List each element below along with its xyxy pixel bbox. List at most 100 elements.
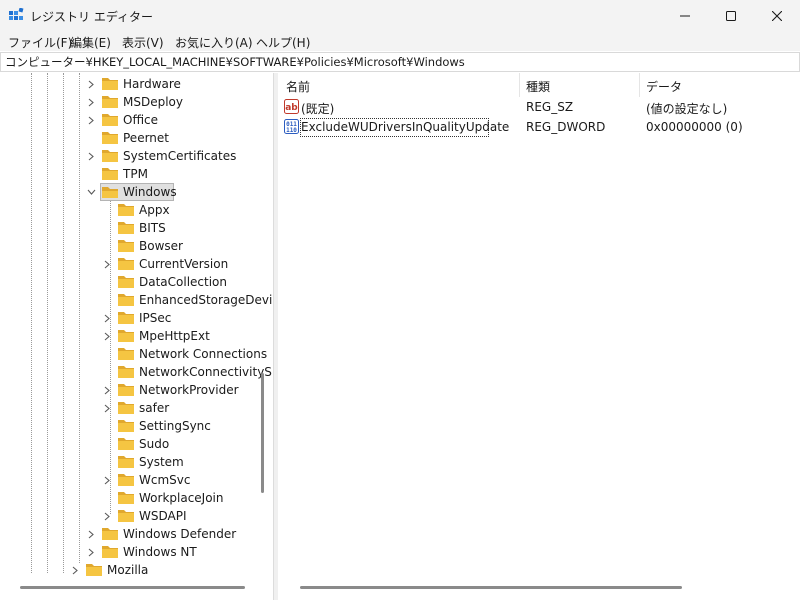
chevron-right-icon[interactable] xyxy=(86,75,96,93)
tree-item[interactable]: SettingSync xyxy=(0,417,260,435)
minimize-button[interactable] xyxy=(662,0,708,31)
tree-item-label: TPM xyxy=(123,167,148,181)
tree-item-label: DataCollection xyxy=(139,275,228,289)
menu-favorites[interactable]: お気に入り(A) xyxy=(175,34,253,51)
tree-item[interactable]: IPSec xyxy=(0,309,260,327)
minimize-icon xyxy=(680,15,690,16)
maximize-icon xyxy=(726,10,736,21)
chevron-right-icon[interactable] xyxy=(86,111,96,129)
value-data: (値の設定なし) xyxy=(646,102,728,116)
tree-item[interactable]: Windows NT xyxy=(0,543,260,561)
chevron-right-icon[interactable] xyxy=(70,561,80,579)
tree-item[interactable]: safer xyxy=(0,399,260,417)
folder-icon xyxy=(118,492,134,504)
tree-item-label: Windows xyxy=(123,185,177,199)
close-button[interactable] xyxy=(754,0,800,31)
menu-view[interactable]: 表示(V) xyxy=(122,34,164,51)
column-divider[interactable] xyxy=(519,73,520,97)
folder-icon xyxy=(118,240,134,252)
binary-value-icon: 011 110 xyxy=(284,119,299,134)
tree-item[interactable]: Hardware xyxy=(0,75,260,93)
folder-icon xyxy=(118,474,134,486)
title-bar: レジストリ エディター xyxy=(0,0,800,31)
chevron-right-icon[interactable] xyxy=(102,327,112,345)
chevron-right-icon[interactable] xyxy=(102,381,112,399)
value-type: REG_DWORD xyxy=(526,120,606,134)
address-input[interactable] xyxy=(5,54,785,70)
tree-item[interactable]: TPM xyxy=(0,165,260,183)
maximize-button[interactable] xyxy=(708,0,754,31)
value-row[interactable]: 011 110 ExcludeWUDriversInQualityUpdate … xyxy=(278,117,800,137)
tree-item[interactable]: Windows Defender xyxy=(0,525,260,543)
column-header-type[interactable]: 種類 xyxy=(526,78,550,95)
chevron-down-icon[interactable] xyxy=(86,183,96,201)
folder-icon xyxy=(102,150,118,162)
menu-edit[interactable]: 編集(E) xyxy=(70,34,111,51)
column-header-name[interactable]: 名前 xyxy=(286,78,310,95)
tree-item[interactable]: Mozilla xyxy=(0,561,260,579)
tree-item[interactable]: Office xyxy=(0,111,260,129)
folder-icon xyxy=(102,528,118,540)
tree-item[interactable]: WcmSvc xyxy=(0,471,260,489)
tree-item[interactable]: CurrentVersion xyxy=(0,255,260,273)
tree-item[interactable]: SystemCertificates xyxy=(0,147,260,165)
menu-file[interactable]: ファイル(F) xyxy=(8,34,72,51)
tree-item[interactable]: DataCollection xyxy=(0,273,260,291)
chevron-right-icon[interactable] xyxy=(86,147,96,165)
list-horizontal-scrollbar[interactable] xyxy=(300,586,682,589)
chevron-right-icon[interactable] xyxy=(86,93,96,111)
tree-item[interactable]: MpeHttpExt xyxy=(0,327,260,345)
folder-open-icon xyxy=(102,187,118,198)
column-header-data[interactable]: データ xyxy=(646,78,682,95)
chevron-right-icon[interactable] xyxy=(102,309,112,327)
folder-icon xyxy=(102,96,118,108)
folder-icon xyxy=(118,402,134,414)
tree-vertical-scrollbar[interactable] xyxy=(261,373,264,493)
tree-item[interactable]: EnhancedStorageDevi xyxy=(0,291,272,309)
tree-item-label: Bowser xyxy=(139,239,183,253)
tree-item-label: Windows NT xyxy=(123,545,197,559)
tree-item-label: EnhancedStorageDevi xyxy=(139,293,272,307)
folder-icon xyxy=(102,132,118,144)
chevron-right-icon[interactable] xyxy=(86,543,96,561)
tree-item[interactable]: Bowser xyxy=(0,237,260,255)
tree-item-label: NetworkProvider xyxy=(139,383,239,397)
tree-horizontal-scrollbar[interactable] xyxy=(20,586,245,589)
folder-icon xyxy=(118,276,134,288)
chevron-right-icon[interactable] xyxy=(102,255,112,273)
tree-item[interactable]: System xyxy=(0,453,260,471)
tree-item[interactable]: Appx xyxy=(0,201,260,219)
tree-item-label: Sudo xyxy=(139,437,170,451)
tree-item-label: Hardware xyxy=(123,77,181,91)
folder-icon xyxy=(118,222,134,234)
folder-icon xyxy=(118,366,134,378)
tree-item[interactable]: Peernet xyxy=(0,129,260,147)
tree-item-label: safer xyxy=(139,401,170,415)
svg-text:110: 110 xyxy=(286,127,297,134)
tree-item[interactable]: MSDeploy xyxy=(0,93,260,111)
tree-item[interactable]: WSDAPI xyxy=(0,507,260,525)
value-data: 0x00000000 (0) xyxy=(646,120,743,134)
column-divider[interactable] xyxy=(639,73,640,97)
folder-icon xyxy=(118,420,134,432)
tree-item-label: CurrentVersion xyxy=(139,257,229,271)
tree-item[interactable]: WorkplaceJoin xyxy=(0,489,260,507)
tree-item[interactable]: NetworkProvider xyxy=(0,381,260,399)
tree-item[interactable]: Sudo xyxy=(0,435,260,453)
tree-item[interactable]: NetworkConnectivityS xyxy=(0,363,272,381)
chevron-right-icon[interactable] xyxy=(102,471,112,489)
tree-item[interactable]: BITS xyxy=(0,219,260,237)
chevron-right-icon[interactable] xyxy=(86,525,96,543)
value-name: ExcludeWUDriversInQualityUpdate xyxy=(301,120,510,134)
chevron-right-icon[interactable] xyxy=(102,507,112,525)
tree-item-label: WSDAPI xyxy=(139,509,187,523)
chevron-right-icon[interactable] xyxy=(102,399,112,417)
tree-item-label: MSDeploy xyxy=(123,95,183,109)
tree-item-label: Office xyxy=(123,113,159,127)
tree-item[interactable]: Windows xyxy=(0,183,260,201)
tree-item[interactable]: Network Connections xyxy=(0,345,267,363)
tree-item-label: IPSec xyxy=(139,311,172,325)
menu-help[interactable]: ヘルプ(H) xyxy=(256,34,310,51)
value-list: 名前 種類 データ ab (既定) REG_SZ (値の設定なし) 011 11… xyxy=(278,73,800,600)
value-row[interactable]: ab (既定) REG_SZ (値の設定なし) xyxy=(278,97,800,117)
